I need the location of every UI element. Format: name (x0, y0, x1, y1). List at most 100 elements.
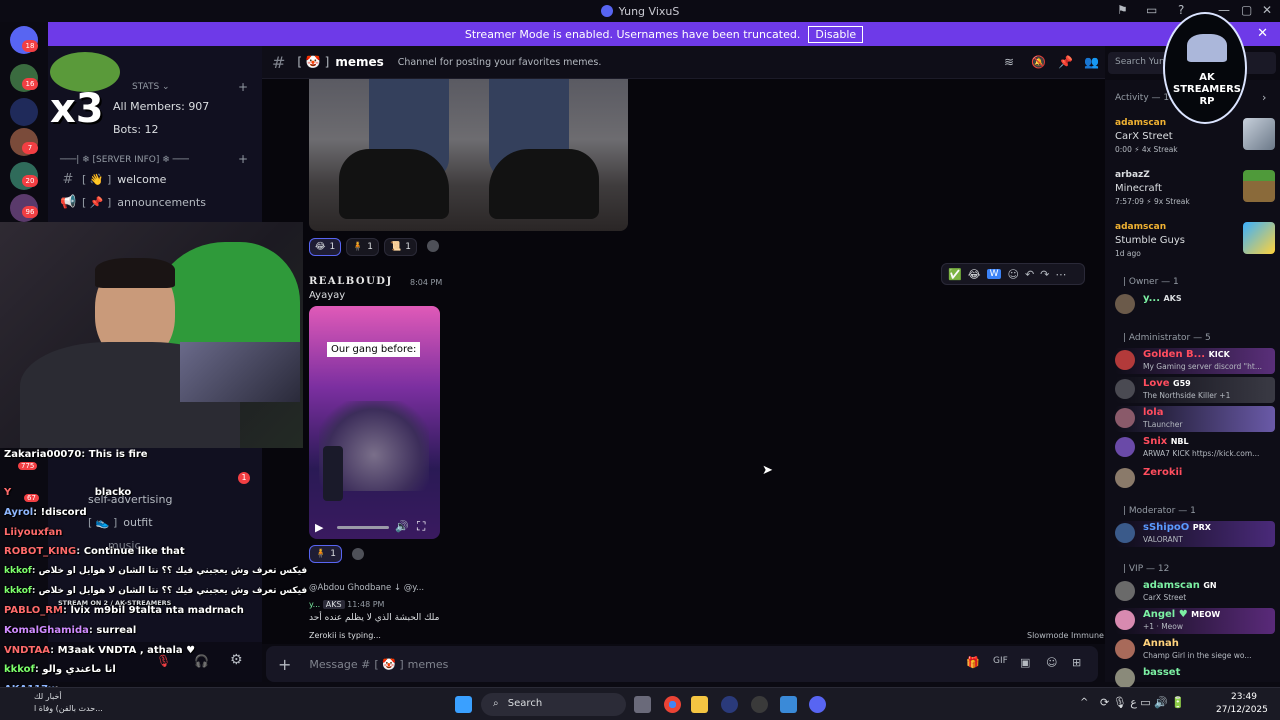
message-list: 😂 1 🧍 1 📜 1 ✅ 😂 W ☺ ↶ ↷ ⋯ REALBOUDJ 8:04 PM… (262, 79, 1105, 644)
disable-button[interactable]: Disable (808, 25, 864, 43)
channel-outfit[interactable]: [ 👟 ] outfit (88, 516, 153, 529)
gif-icon[interactable]: GIF (993, 656, 1008, 666)
activity-item[interactable]: adamscan Stumble Guys 1d ago (1115, 222, 1275, 266)
threads-icon[interactable]: ≋ (1004, 55, 1014, 69)
sticker-icon[interactable]: ▣ (1020, 656, 1030, 669)
member-vip[interactable]: Annah Champ Girl in the siege wo... (1115, 637, 1275, 663)
viewer-badge: 775 (18, 462, 38, 470)
fullscreen-icon[interactable]: ⛶ (417, 519, 425, 534)
pepe-emote-overlay: x3 (32, 52, 132, 138)
member-admin[interactable]: lola TLauncher (1115, 406, 1275, 432)
stats-category[interactable]: STATS ⌄ (132, 82, 170, 92)
member-admin[interactable]: Zerokii (1115, 466, 1275, 492)
message-composer[interactable]: + Message # [ 🤡 ] memes 🎁 GIF ▣ ☺ ⊞ (266, 646, 1098, 682)
logo-text: AK STREAMERS RP (1173, 72, 1241, 107)
task-view-icon[interactable] (634, 696, 651, 713)
video-caption: Our gang before: (327, 342, 421, 357)
add-reaction-icon-2[interactable] (352, 548, 364, 560)
mic-muted-icon[interactable]: 🎙 (156, 654, 171, 668)
chrome-icon[interactable] (664, 696, 681, 713)
taskbar-search[interactable]: ⌕ Search (481, 693, 626, 716)
windows-start-icon[interactable] (455, 696, 472, 713)
reaction-3[interactable]: 📜 1 (384, 238, 417, 256)
maximize-icon[interactable]: ▢ (1241, 3, 1252, 17)
admin-role-header: | Administrator — 5 (1123, 333, 1211, 343)
file-explorer-icon[interactable] (691, 696, 708, 713)
member-vip[interactable]: basset (1115, 666, 1275, 688)
activity-item[interactable]: arbazZ Minecraft 7:57:09 ⚡ 9x Streak (1115, 170, 1275, 214)
volume-icon[interactable]: 🔊 (395, 520, 409, 533)
meme-video[interactable]: Our gang before: ▶ 🔊 ⛶ (309, 306, 440, 539)
clock-date[interactable]: 27/12/2025 (1216, 705, 1268, 715)
app-icon-3[interactable] (780, 696, 797, 713)
message-author[interactable]: REALBOUDJ (309, 276, 393, 287)
member-moderator[interactable]: sShipoO PRX VALORANT (1115, 521, 1275, 547)
pin-icon[interactable]: 📌 (1058, 55, 1073, 69)
meme-image-1[interactable] (309, 79, 628, 231)
add-reaction-icon[interactable] (427, 240, 439, 252)
forward-icon[interactable]: ↷ (1040, 268, 1049, 281)
chat-line: kkkof: فيكس تعرف وش يعجبني فيك ؟؟ نتا ال… (4, 566, 308, 576)
inbox-icon[interactable]: ⚑ (1117, 3, 1128, 17)
more-options-icon[interactable]: ⋯ (1055, 268, 1066, 281)
reply-author[interactable]: y... AKS 11:48 PM (309, 600, 384, 609)
chat-line: PABLO_RM: lvix m9bil 9talta nta madrnach (4, 605, 244, 616)
member-admin[interactable]: Love G59 The Northside Killer +1 (1115, 377, 1275, 403)
app-icon-2[interactable] (751, 696, 768, 713)
add-reaction-toolbar-icon[interactable]: ☺ (1007, 268, 1018, 281)
headset-muted-icon[interactable]: 🎧 (194, 654, 209, 668)
tray-icons[interactable]: ⟳ 🎙 ع ▭ 🔊 🔋 (1100, 696, 1185, 709)
moderator-role-header: | Moderator — 1 (1123, 506, 1196, 516)
composer-channel-prefix: [ 🤡 ] (374, 657, 404, 671)
channel-announcements[interactable]: 📢 [ 📌 ] announcements (60, 195, 206, 210)
member-admin[interactable]: Snix NBL ARWA7 KICK https://kick.com... (1115, 435, 1275, 461)
laugh-reaction-icon[interactable]: 😂 (968, 268, 981, 281)
channel-welcome[interactable]: # [ 👋 ] welcome (60, 172, 167, 187)
reply-icon[interactable]: ↶ (1025, 268, 1034, 281)
reaction-video[interactable]: 🧍 1 (309, 545, 342, 563)
member-admin[interactable]: Golden B... KICK My Gaming server discor… (1115, 348, 1275, 374)
check-reaction-icon[interactable]: ✅ (948, 268, 962, 281)
reaction-1[interactable]: 😂 1 (309, 238, 342, 256)
chat-line: ROBOT_KING: Continue like that (4, 546, 185, 557)
pepe-text: x3 (50, 86, 104, 132)
reply-reference[interactable]: @Abdou Ghodbane ↓ @y... (309, 583, 424, 593)
emoji-icon[interactable]: ☺ (1046, 656, 1057, 669)
add-channel-icon-2[interactable]: + (238, 152, 248, 166)
tray-chevron-icon[interactable]: ^ (1080, 697, 1088, 708)
news-widget[interactable]: أخبار لك حدث بالفن) وفاة ا... (6, 690, 126, 718)
close-icon[interactable]: ✕ (1262, 3, 1272, 17)
member-vip[interactable]: adamscan GN CarX Street (1115, 579, 1275, 605)
help-icon[interactable]: ? (1178, 3, 1184, 17)
video-progress[interactable] (337, 526, 389, 529)
apps-icon[interactable]: ⊞ (1072, 656, 1081, 669)
vip-role-header: | VIP — 12 (1123, 564, 1170, 574)
streamer-mode-banner: Streamer Mode is enabled. Usernames have… (48, 22, 1280, 46)
app-icon-1[interactable] (721, 696, 738, 713)
activity-item[interactable]: adamscan CarX Street 0:00 ⚡ 4x Streak (1115, 118, 1275, 162)
game-thumbnail (1243, 118, 1275, 150)
gift-icon[interactable]: 🎁 (966, 656, 980, 669)
add-channel-icon[interactable]: + (238, 80, 248, 94)
server-info-category[interactable]: ───| ❄ [SERVER INFO] ❄ ─── (60, 155, 189, 165)
attach-plus-icon[interactable]: + (278, 655, 291, 674)
member-list-icon[interactable]: 👥 (1084, 55, 1099, 69)
home-badge: 18 (22, 40, 38, 52)
settings-gear-icon[interactable]: ⚙ (230, 652, 243, 668)
member-owner[interactable]: y... AKS (1115, 292, 1275, 318)
notification-bell-icon[interactable]: 🔕 (1031, 55, 1046, 69)
mouse-cursor: ➤ (762, 463, 773, 478)
reaction-2[interactable]: 🧍 1 (346, 238, 379, 256)
play-icon[interactable]: ▶ (315, 521, 323, 534)
channel-topic[interactable]: Channel for posting your favorites memes… (398, 57, 602, 68)
clock-time[interactable]: 23:49 (1231, 692, 1257, 702)
server-badge-4: 20 (22, 175, 38, 187)
discord-taskbar-icon[interactable] (809, 696, 826, 713)
w-reaction-icon[interactable]: W (986, 269, 1002, 279)
screen-icon[interactable]: ▭ (1146, 3, 1157, 17)
message-time: 8:04 PM (410, 278, 443, 287)
banner-close-icon[interactable]: ✕ (1257, 26, 1268, 41)
app-icon (600, 5, 613, 17)
chevron-right-icon[interactable]: › (1262, 91, 1266, 104)
member-vip[interactable]: Angel ♥ MEOW +1 · Meow (1115, 608, 1275, 634)
